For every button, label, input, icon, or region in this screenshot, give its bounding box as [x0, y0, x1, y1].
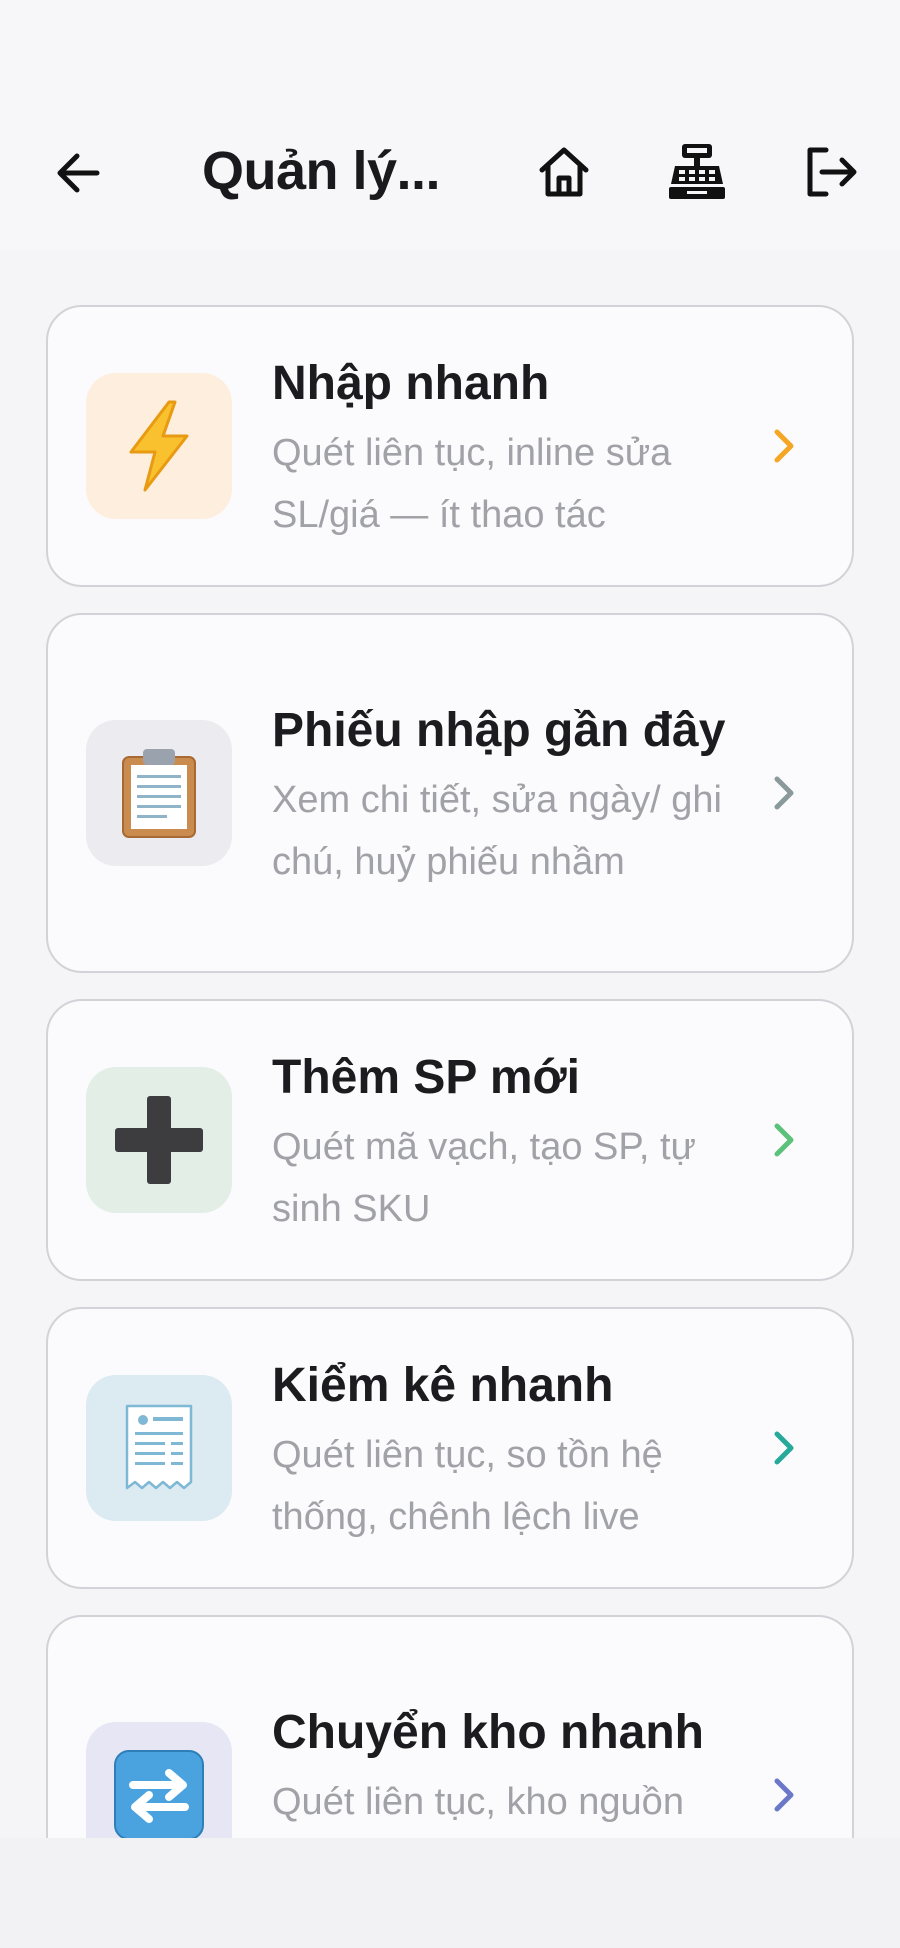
arrows-swap-icon [114, 1750, 204, 1840]
card-icon-tile [86, 1375, 232, 1521]
top-app-bar: Quản lý... [0, 0, 900, 250]
menu-card-list: Nhập nhanh Quét liên tục, inline sửa SL/… [46, 305, 854, 1948]
chevron-right-icon [764, 773, 804, 813]
card-quick-stocktake[interactable]: Kiểm kê nhanh Quét liên tục, so tồn hệ t… [46, 1307, 854, 1589]
bottom-system-bar [0, 1838, 900, 1948]
chevron-right-icon [764, 426, 804, 466]
logout-icon [807, 147, 857, 197]
back-button[interactable] [44, 138, 114, 208]
clipboard-icon [122, 749, 196, 838]
home-icon [539, 147, 589, 197]
card-text: Thêm SP mới Quét mã vạch, tạo SP, tự sin… [272, 996, 744, 1284]
app-screen: Quản lý... Nhập nhanh Quét liên tục, inl… [0, 0, 900, 1948]
receipt-icon [125, 1404, 193, 1490]
chevron-right-icon [764, 1775, 804, 1815]
card-title: Phiếu nhập gần đây [272, 704, 726, 757]
card-icon-tile [86, 1067, 232, 1213]
card-quick-import[interactable]: Nhập nhanh Quét liên tục, inline sửa SL/… [46, 305, 854, 587]
card-recent-receipts[interactable]: Phiếu nhập gần đây Xem chi tiết, sửa ngà… [46, 613, 854, 973]
logout-button[interactable] [792, 134, 868, 210]
card-add-product[interactable]: Thêm SP mới Quét mã vạch, tạo SP, tự sin… [46, 999, 854, 1281]
card-title: Kiểm kê nhanh [272, 1359, 614, 1412]
plus-icon [115, 1096, 203, 1184]
card-text: Nhập nhanh Quét liên tục, inline sửa SL/… [272, 302, 744, 590]
chevron-right-icon [764, 1120, 804, 1160]
card-icon-tile [86, 720, 232, 866]
lightning-icon [129, 400, 189, 492]
card-description: Xem chi tiết, sửa ngày/ ghi chú, huỷ phi… [272, 779, 722, 883]
cash-register-icon [669, 144, 725, 199]
card-description: Quét mã vạch, tạo SP, tự sinh SKU [272, 1126, 696, 1230]
page-title: Quản lý... [202, 141, 441, 201]
pos-button[interactable] [659, 134, 735, 210]
card-description: Quét liên tục, inline sửa SL/giá — ít th… [272, 432, 672, 536]
card-title: Chuyển kho nhanh [272, 1706, 704, 1759]
arrow-left-icon [57, 153, 100, 193]
card-title: Nhập nhanh [272, 357, 550, 410]
card-description: Quét liên tục, so tồn hệ thống, chênh lệ… [272, 1434, 663, 1538]
card-icon-tile [86, 373, 232, 519]
chevron-right-icon [764, 1428, 804, 1468]
card-title: Thêm SP mới [272, 1051, 580, 1104]
card-text: Phiếu nhập gần đây Xem chi tiết, sửa ngà… [272, 651, 744, 935]
home-button[interactable] [526, 134, 602, 210]
card-text: Kiểm kê nhanh Quét liên tục, so tồn hệ t… [272, 1304, 744, 1592]
